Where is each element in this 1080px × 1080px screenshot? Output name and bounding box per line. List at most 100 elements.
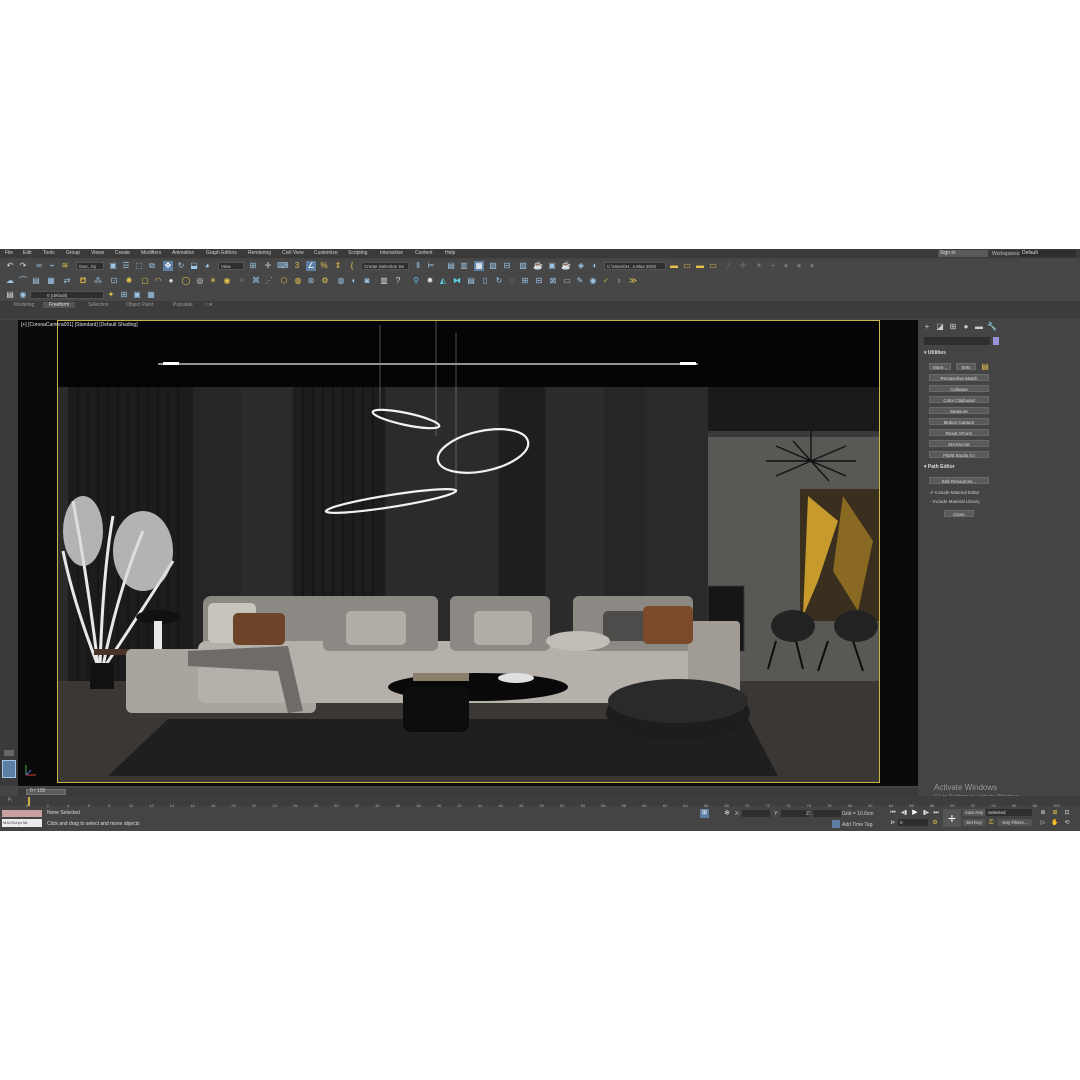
box-icon[interactable]: ▢ bbox=[140, 276, 150, 286]
auto-key-button[interactable]: Auto Key bbox=[963, 809, 985, 816]
add-icon[interactable]: + bbox=[768, 261, 778, 271]
reset-xform-button[interactable]: Reset XForm bbox=[929, 429, 989, 436]
set-current-layer-icon[interactable]: ▣ bbox=[132, 290, 142, 300]
camera-icon[interactable]: ◙ bbox=[362, 276, 372, 286]
key-mode-icon[interactable]: ⊳ bbox=[888, 818, 898, 828]
more-button[interactable]: More... bbox=[929, 363, 951, 370]
menu-graph-editors[interactable]: Graph Editors bbox=[206, 250, 237, 256]
maxscript-mini-listener[interactable]: MAXScript Mi: bbox=[2, 819, 42, 827]
select-manipulate-icon[interactable]: ✛ bbox=[263, 261, 273, 271]
project-open-icon[interactable]: ▬ bbox=[669, 261, 679, 271]
pencil-icon[interactable]: ✎ bbox=[575, 276, 585, 286]
layout-tab-arrow[interactable] bbox=[4, 750, 14, 756]
undo-icon[interactable]: ↶ bbox=[5, 261, 15, 271]
mirror-icon[interactable]: ⫴ bbox=[413, 261, 423, 271]
go-to-end-icon[interactable]: ⏭ bbox=[931, 808, 941, 818]
create-tab-icon[interactable]: + bbox=[922, 322, 932, 332]
camera-viewport[interactable] bbox=[57, 320, 880, 783]
play-icon[interactable]: ▶ bbox=[910, 808, 920, 818]
go-to-start-icon[interactable]: ⏮ bbox=[888, 808, 898, 818]
menu-help[interactable]: Help bbox=[445, 250, 455, 256]
layer-list-icon[interactable]: ▤ bbox=[31, 276, 41, 286]
perspective-match-button[interactable]: Perspective Match bbox=[929, 374, 989, 381]
percent-snap-icon[interactable]: % bbox=[319, 261, 329, 271]
set-key-button[interactable]: Set Key bbox=[963, 819, 985, 826]
menu-customize[interactable]: Customize bbox=[314, 250, 338, 256]
select-and-rotate-icon[interactable]: ↻ bbox=[176, 261, 186, 271]
menu-scripting[interactable]: Scripting bbox=[348, 250, 367, 256]
viewport-label[interactable]: [+] [CoronaCamera001] [Standard] [Defaul… bbox=[21, 322, 138, 328]
tab-freeform[interactable]: Freeform bbox=[43, 302, 76, 308]
current-frame-field[interactable]: 0 bbox=[898, 819, 928, 826]
sign-in-dropdown[interactable]: Sign In bbox=[938, 250, 988, 257]
render-setup-icon[interactable]: ☕ bbox=[533, 261, 543, 271]
time-config-icon[interactable]: ⚙ bbox=[930, 818, 940, 828]
refresh-icon[interactable]: ↻ bbox=[494, 276, 504, 286]
named-selection-dropdown[interactable]: Create Selection Se bbox=[361, 262, 409, 270]
check-icon[interactable]: ✓ bbox=[601, 276, 611, 286]
sphere-icon-2[interactable]: ● bbox=[794, 261, 804, 271]
project-folder-icon[interactable]: ▭ bbox=[682, 261, 692, 271]
sparkle-icon[interactable]: ✦ bbox=[754, 261, 764, 271]
clipboard-icon[interactable]: ▤ bbox=[466, 276, 476, 286]
scatter-icon[interactable]: ⁘ bbox=[237, 276, 247, 286]
tab-object-paint[interactable]: Object Paint bbox=[126, 302, 153, 308]
lightmix-icon[interactable]: ◍ bbox=[293, 276, 303, 286]
window-crossing-icon[interactable]: ⧉ bbox=[147, 261, 157, 271]
curve-editor-icon[interactable]: ▧ bbox=[488, 261, 498, 271]
display-tab-icon[interactable]: ▬ bbox=[974, 322, 984, 332]
menu-animation[interactable]: Animation bbox=[172, 250, 194, 256]
spinner-snap-icon[interactable]: ⇕ bbox=[333, 261, 343, 271]
trackbar-toggle-icon[interactable]: F₁ bbox=[8, 797, 13, 803]
zoom-all-icon[interactable]: ⊞ bbox=[1050, 808, 1060, 818]
include-material-library-checkbox[interactable]: ◦ Include Material Library bbox=[930, 499, 980, 504]
tab-modeling[interactable]: Modeling bbox=[14, 302, 34, 308]
lightbulb-icon[interactable]: ⚲ bbox=[411, 276, 421, 286]
project-folder-dropdown[interactable]: C:\Users\H...s Max 2020 bbox=[604, 262, 666, 270]
select-object-icon[interactable]: ▣ bbox=[108, 261, 118, 271]
zoom-icon[interactable]: ⊕ bbox=[1038, 808, 1048, 818]
key-filter-icon[interactable]: ⚿ bbox=[986, 818, 996, 828]
toggle-layer-explorer-icon[interactable]: ▥ bbox=[459, 261, 469, 271]
node-icon[interactable]: ⧓ bbox=[452, 276, 462, 286]
isolate-selection-icon[interactable]: ⊞ bbox=[700, 809, 709, 818]
schematic-view-icon[interactable]: ⊟ bbox=[502, 261, 512, 271]
selection-filter-dropdown[interactable]: Geo...try bbox=[76, 262, 104, 270]
light-icon[interactable]: ◉ bbox=[222, 276, 232, 286]
toggle-ribbon-icon[interactable]: ▦ bbox=[474, 261, 484, 271]
project-save-icon[interactable]: ▬ bbox=[695, 261, 705, 271]
tab-populate[interactable]: Populate bbox=[173, 302, 193, 308]
move-gizmo-icon[interactable]: ✛ bbox=[738, 261, 748, 271]
material-editor-icon[interactable]: ▨ bbox=[518, 261, 528, 271]
menu-modifiers[interactable]: Modifiers bbox=[141, 250, 161, 256]
set-key-big-button[interactable]: + bbox=[943, 809, 961, 827]
select-and-move-icon[interactable]: ✥ bbox=[163, 261, 173, 271]
menu-file[interactable]: File bbox=[5, 250, 13, 256]
viewport-layout-tab[interactable] bbox=[2, 760, 16, 778]
workspaces-dropdown[interactable]: Default bbox=[1020, 250, 1076, 257]
cloud-icon[interactable]: ☁ bbox=[5, 276, 15, 286]
flight-studio-button[interactable]: Flight Studio (c) bbox=[929, 451, 989, 458]
fur-icon[interactable]: ⋰ bbox=[264, 276, 274, 286]
configure-sets-icon[interactable]: ▤ bbox=[980, 362, 990, 372]
render-iterative-icon[interactable]: ◈ bbox=[576, 261, 586, 271]
paint-icon[interactable]: ⁂ bbox=[93, 276, 103, 286]
color-clipboard-button[interactable]: Color Clipboard bbox=[929, 396, 989, 403]
x-coord-field[interactable] bbox=[742, 810, 770, 817]
sun-icon[interactable]: ☀ bbox=[208, 276, 218, 286]
matrix-icon[interactable]: ⊟ bbox=[534, 276, 544, 286]
close-button[interactable]: Close bbox=[944, 510, 974, 517]
place-icon[interactable]: ◕ bbox=[202, 261, 212, 271]
orbit-icon[interactable]: ⟲ bbox=[1062, 818, 1072, 828]
motion-capture-button[interactable]: Motion Capture bbox=[929, 418, 989, 425]
add-to-layer-icon[interactable]: ✦ bbox=[106, 290, 116, 300]
frame-icon[interactable]: ⊞ bbox=[520, 276, 530, 286]
circle-light-icon[interactable]: ◎ bbox=[195, 276, 205, 286]
menu-tools[interactable]: Tools bbox=[43, 250, 55, 256]
project-settings-icon[interactable]: ▭ bbox=[708, 261, 718, 271]
sphere-icon-1[interactable]: ● bbox=[781, 261, 791, 271]
utilities-tab-icon[interactable]: 🔧 bbox=[987, 322, 997, 332]
collapse-button[interactable]: Collapse bbox=[929, 385, 989, 392]
maxscript-listener-top[interactable] bbox=[2, 810, 42, 817]
help-icon[interactable]: ? bbox=[393, 276, 403, 286]
